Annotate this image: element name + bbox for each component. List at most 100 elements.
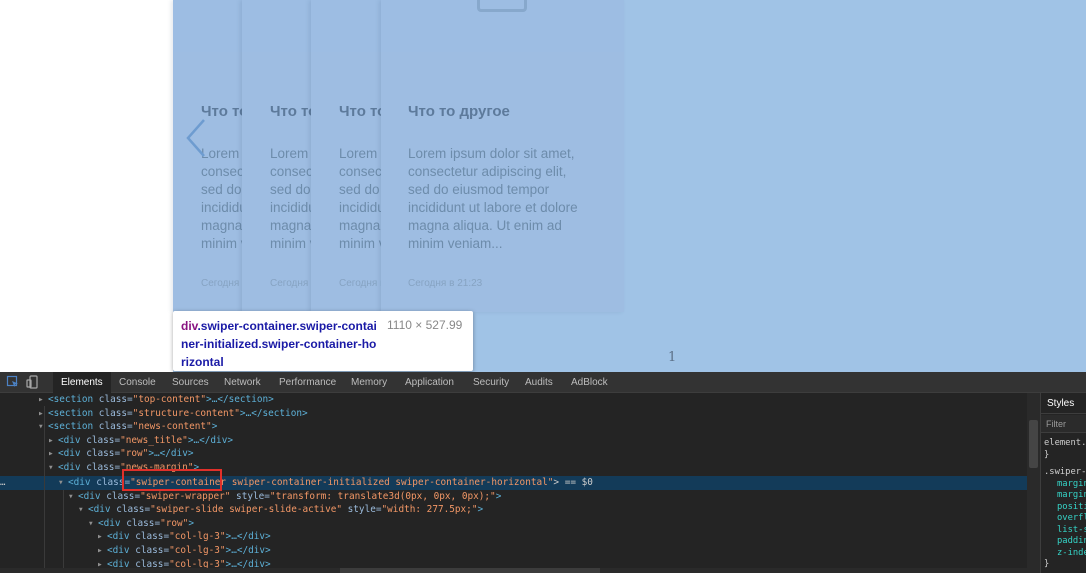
styles-filter-input[interactable]: Filter xyxy=(1041,415,1086,433)
dom-tag: <section xyxy=(48,407,94,419)
dom-tag-close: > xyxy=(495,490,502,502)
dom-attr: class= xyxy=(80,448,121,460)
dom-attr: class= xyxy=(110,504,151,516)
card-excerpt-line: Lorem ipsum dolor sit amet, xyxy=(270,146,312,161)
dom-tag: <section xyxy=(48,421,94,433)
dom-tag-close: > == $0 xyxy=(553,477,593,488)
dom-tag-close: >…</div> xyxy=(148,448,194,460)
card-excerpt-line: magna aliqua. Ut enim ad xyxy=(201,218,243,233)
style-property[interactable]: margin-right: auto; xyxy=(1057,490,1086,502)
tab-elements[interactable]: Elements xyxy=(53,372,111,393)
style-rule-line: element.style { xyxy=(1044,438,1086,448)
card-excerpt-line: Lorem ipsum dolor sit amet, xyxy=(408,146,575,161)
dom-node-row[interactable]: ▾ <section class="news-content"> xyxy=(38,420,217,434)
dom-tag: <div xyxy=(98,517,121,529)
card-date: Сегодня в 21:23 xyxy=(339,278,382,289)
news-card[interactable]: Что то другое Lorem ipsum dolor sit amet… xyxy=(311,0,382,312)
pagination-bullet[interactable]: 1 xyxy=(668,350,676,365)
style-property[interactable]: margin-left: auto; xyxy=(1057,479,1086,491)
dom-node-row[interactable]: ▸ <div class="news_title">…</div> xyxy=(48,434,233,448)
inspect-tooltip: div.swiper-container.swiper-container-in… xyxy=(173,311,473,371)
elements-scrollbar-thumb[interactable] xyxy=(1029,420,1038,468)
tab-styles[interactable]: Styles xyxy=(1041,393,1086,414)
annotation-red-box xyxy=(122,469,222,491)
card-excerpt: Lorem ipsum dolor sit amet, consectetur … xyxy=(339,145,382,253)
style-property[interactable]: overflow: hidden; xyxy=(1057,513,1086,525)
inspect-element-icon[interactable] xyxy=(6,375,20,389)
dom-node-row[interactable]: ▸ <section class="structure-content">…</s… xyxy=(38,407,308,421)
chevron-left-icon[interactable] xyxy=(184,118,210,158)
tab-sources[interactable]: Sources xyxy=(172,372,209,393)
dom-attr: class= xyxy=(120,517,161,529)
style-property[interactable]: padding: 0; xyxy=(1057,536,1086,548)
tab-network[interactable]: Network xyxy=(224,372,261,393)
collapse-triangle-icon[interactable]: ▾ xyxy=(48,461,58,475)
collapse-triangle-icon[interactable]: ▾ xyxy=(58,476,68,490)
card-date: Сегодня в 21:23 xyxy=(270,278,312,289)
dom-tag-close: > xyxy=(188,517,194,529)
dom-attr: class= xyxy=(100,490,141,502)
collapse-triangle-icon[interactable]: ▾ xyxy=(38,420,48,434)
tab-memory[interactable]: Memory xyxy=(351,372,387,393)
dom-node-row[interactable]: ▾ <div class="row"> xyxy=(88,517,194,531)
tooltip-selector: div.swiper-container.swiper-container-in… xyxy=(181,317,379,371)
card-excerpt-line: consectetur adipiscing elit, xyxy=(339,164,382,179)
expand-triangle-icon[interactable]: ▸ xyxy=(38,393,48,407)
dom-attr-value: "col-lg-3" xyxy=(169,531,226,543)
device-toolbar-icon[interactable] xyxy=(26,375,40,389)
dom-attr-value: "news-content" xyxy=(132,421,212,433)
dom-tag-close: >…</section> xyxy=(239,407,308,419)
card-excerpt-line: consectetur adipiscing elit, xyxy=(270,164,312,179)
dom-tag-close: >…</div> xyxy=(225,531,271,543)
dom-tag: <div xyxy=(107,531,130,543)
dom-tag: <div xyxy=(58,448,81,460)
collapse-triangle-icon[interactable]: ▾ xyxy=(88,517,98,531)
expand-triangle-icon[interactable]: ▸ xyxy=(48,447,58,461)
card-excerpt-line: Lorem ipsum dolor sit amet, xyxy=(339,146,382,161)
style-property[interactable]: list-style: none; xyxy=(1057,525,1086,537)
dom-node-row[interactable]: ▸ <section class="top-content">…</section… xyxy=(38,393,274,407)
dom-tag: <div xyxy=(88,504,111,516)
card-excerpt-line: minim veniam... xyxy=(201,236,243,251)
dom-node-row[interactable]: ▸ <div class="row">…</div> xyxy=(48,447,193,461)
expand-triangle-icon[interactable]: ▸ xyxy=(97,544,107,558)
tab-console[interactable]: Console xyxy=(119,372,156,393)
dom-attr: class= xyxy=(93,421,133,433)
expand-triangle-icon[interactable]: ▸ xyxy=(48,434,58,448)
collapse-triangle-icon[interactable]: ▾ xyxy=(78,503,88,517)
elements-hscrollbar-thumb[interactable] xyxy=(340,568,600,573)
news-card[interactable]: Что то другое Lorem ipsum dolor sit amet… xyxy=(242,0,312,312)
news-card[interactable]: Что то другое Lorem ipsum dolor sit amet… xyxy=(381,0,624,312)
collapse-triangle-icon[interactable]: ▾ xyxy=(68,490,78,504)
card-excerpt-line: magna aliqua. Ut enim ad xyxy=(339,218,382,233)
dom-tag: <div xyxy=(68,477,91,488)
dom-tag-close: >…</section> xyxy=(206,394,274,405)
card-excerpt-line: incididunt ut labore et dolore xyxy=(408,200,578,215)
style-rule-line: } xyxy=(1044,559,1050,569)
dom-tag-close: >…</div> xyxy=(225,545,271,556)
dom-attr-value: "row" xyxy=(160,517,189,529)
dom-attr-value: "transform: translate3d(0px, 0px, 0px);" xyxy=(269,490,496,502)
style-property[interactable]: position: relative; xyxy=(1057,502,1086,514)
dom-tag: <div xyxy=(78,490,101,502)
style-property[interactable]: z-index: 1; xyxy=(1057,548,1086,560)
card-excerpt-line: minim veniam... xyxy=(408,236,503,251)
dom-node-row[interactable]: ▾ <div class="swiper-wrapper" style="tran… xyxy=(68,490,501,504)
dom-node-row[interactable]: ▸ <div class="col-lg-3">…</div> xyxy=(97,544,271,558)
tab-performance[interactable]: Performance xyxy=(279,372,336,393)
dom-node-row[interactable]: ▸ <div class="col-lg-3">…</div> xyxy=(97,530,271,544)
card-excerpt-line: sed do eiusmod tempor xyxy=(201,182,243,197)
expand-triangle-icon[interactable]: ▸ xyxy=(97,530,107,544)
expand-triangle-icon[interactable]: ▸ xyxy=(38,407,48,421)
dom-node-row[interactable]: ▾ <div class="swiper-slide swiper-slide-a… xyxy=(78,503,483,517)
tooltip-size: 1110 × 527.99 xyxy=(387,318,463,332)
dom-attr: class= xyxy=(129,545,170,556)
tab-audits[interactable]: Audits xyxy=(525,372,553,393)
card-title: Что то другое xyxy=(408,103,510,120)
tab-application[interactable]: Application xyxy=(405,372,454,393)
tab-security[interactable]: Security xyxy=(473,372,509,393)
dom-tag-close: > xyxy=(211,421,218,433)
selected-row-marker: … xyxy=(0,478,6,488)
tab-adblock[interactable]: AdBlock xyxy=(571,372,608,393)
card-image xyxy=(242,0,312,52)
